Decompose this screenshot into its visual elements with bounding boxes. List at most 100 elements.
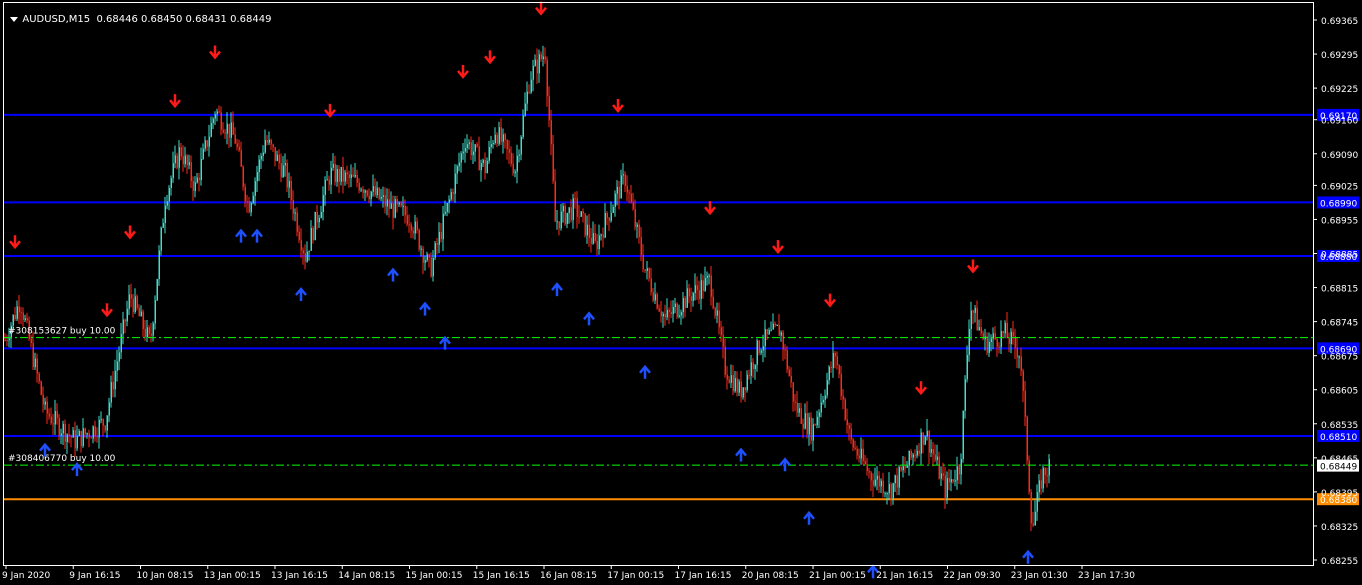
candle-body (956, 466, 958, 481)
candle-body (666, 310, 668, 318)
y-tick-label: 0.68885 (1321, 251, 1358, 261)
candle-body (538, 54, 540, 74)
candle-body (440, 231, 442, 240)
candle-body (458, 162, 460, 167)
candle-body (948, 478, 950, 483)
candle-body (874, 479, 876, 486)
candle-body (802, 423, 804, 429)
candle-body (334, 163, 336, 182)
candle-body (208, 136, 210, 147)
candle-body (672, 307, 674, 315)
candle-body (796, 402, 798, 413)
candle-body (864, 461, 866, 465)
candle-body (634, 209, 636, 227)
candle-body (928, 430, 930, 453)
candle-body (790, 375, 792, 383)
candle-body (560, 211, 562, 229)
candle-body (14, 315, 16, 319)
candle-body (276, 154, 278, 161)
candle-body (318, 217, 320, 223)
chart-title[interactable]: AUDUSD,M15 0.68446 0.68450 0.68431 0.684… (4, 3, 271, 25)
candle-body (642, 254, 644, 270)
candle-body (922, 432, 924, 445)
candle-body (828, 366, 830, 381)
candle-body (122, 319, 124, 335)
candle-body (938, 456, 940, 479)
candle-body (852, 439, 854, 448)
candle-body (636, 224, 638, 227)
candle-body (836, 356, 838, 366)
candle-body (858, 455, 860, 459)
candle-body (946, 478, 948, 498)
candle-body (162, 223, 164, 228)
candle-body (88, 433, 90, 438)
candle-body (260, 155, 262, 160)
candle-body (222, 129, 224, 133)
candle-body (1044, 467, 1046, 476)
x-tick-label: 9 Jan 16:15 (69, 571, 120, 581)
candle-body (1032, 523, 1034, 526)
y-tick-label: 0.68325 (1321, 523, 1358, 533)
candle-body (748, 374, 750, 376)
candle-body (1020, 356, 1022, 371)
candle-body (976, 307, 978, 331)
candle-body (694, 285, 696, 294)
candle-body (638, 224, 640, 238)
candle-body (740, 381, 742, 398)
candle-body (466, 144, 468, 148)
candle-body (402, 206, 404, 208)
candle-body (1034, 511, 1036, 526)
candle-body (30, 338, 32, 343)
candle-body (362, 189, 364, 193)
candle-body (692, 293, 694, 301)
dropdown-triangle-icon[interactable] (10, 16, 19, 22)
candle-body (294, 212, 296, 214)
candle-body (998, 346, 1000, 348)
candle-body (374, 186, 376, 196)
candle-body (650, 278, 652, 293)
candle-body (198, 177, 200, 181)
candle-body (744, 387, 746, 391)
candle-body (400, 202, 402, 207)
candle-body (952, 479, 954, 482)
candle-body (574, 198, 576, 200)
candle-body (746, 374, 748, 391)
candle-body (810, 417, 812, 441)
candle-body (986, 336, 988, 353)
candle-body (394, 199, 396, 218)
candle-body (658, 308, 660, 312)
candle-body (468, 142, 470, 145)
candle-body (718, 310, 720, 328)
candle-body (76, 436, 78, 449)
candle-body (460, 153, 462, 163)
candle-body (360, 189, 362, 191)
candle-body (178, 147, 180, 168)
candle-body (192, 181, 194, 191)
candle-body (70, 435, 72, 438)
candle-body (218, 111, 220, 113)
candle-body (252, 195, 254, 204)
candle-body (830, 366, 832, 369)
candle-body (912, 454, 914, 458)
candle-body (918, 450, 920, 454)
candle-body (44, 401, 46, 405)
candle-body (898, 467, 900, 488)
candle-body (316, 211, 318, 223)
candle-body (594, 233, 596, 241)
candle-body (388, 199, 390, 209)
candle-body (80, 430, 82, 447)
candle-body (940, 473, 942, 479)
candle-body (406, 215, 408, 225)
price-chart[interactable]: 0.691700.689900.688800.686900.685100.683… (0, 0, 1362, 585)
candle-body (358, 182, 360, 191)
candle-body (216, 111, 218, 115)
candle-body (386, 199, 388, 207)
y-tick-label: 0.69160 (1321, 117, 1358, 127)
candle-body (284, 163, 286, 166)
candle-body (62, 423, 64, 434)
candle-body (696, 285, 698, 291)
candle-body (356, 175, 358, 183)
candle-body (900, 467, 902, 471)
candle-body (498, 127, 500, 144)
candle-body (8, 338, 10, 341)
